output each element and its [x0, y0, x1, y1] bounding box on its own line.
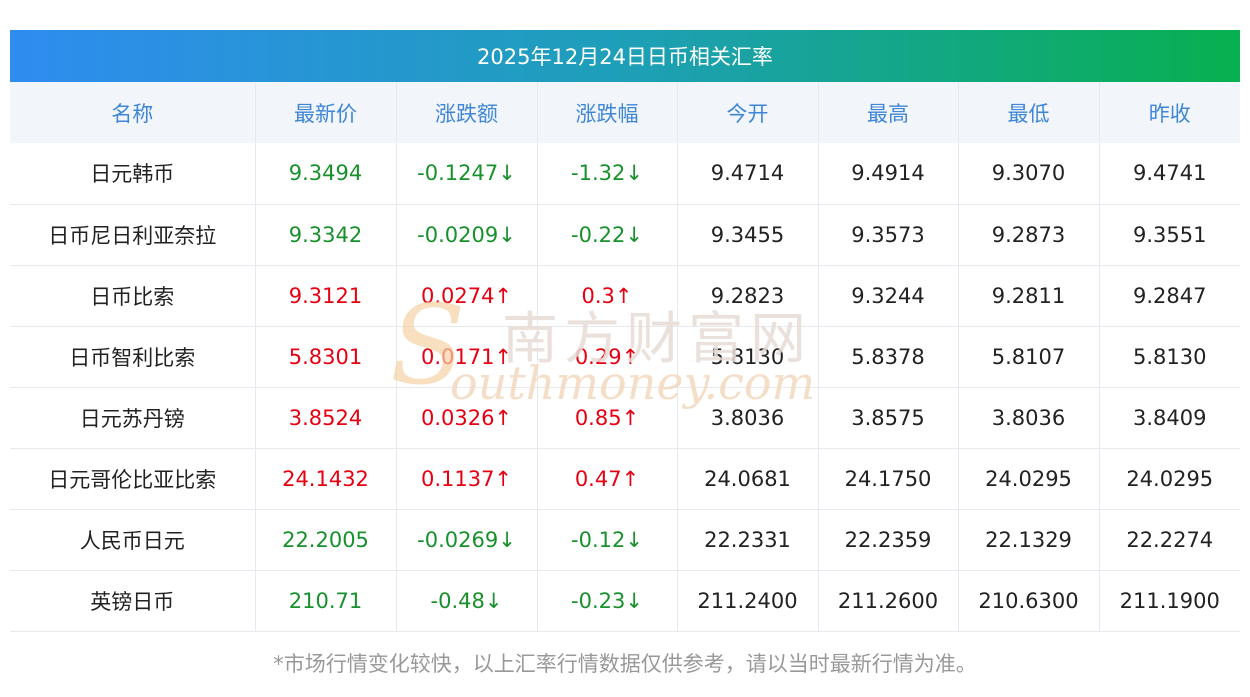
- table-row: 日币智利比索 5.8301 0.0171↑ 0.29↑ 5.8130 5.8378 5.81…: [10, 326, 1240, 387]
- header-pct: 涨跌幅: [537, 82, 678, 143]
- page-title: 2025年12月24日日币相关汇率: [10, 30, 1240, 82]
- cell-pct: 0.47↑: [537, 448, 678, 509]
- cell-name: 英镑日币: [10, 570, 256, 631]
- cell-change: -0.1247↓: [396, 143, 538, 204]
- cell-pct: -0.12↓: [537, 509, 678, 570]
- cell-name: 人民币日元: [10, 509, 256, 570]
- cell-prev: 24.0295: [1126, 466, 1214, 491]
- cell-name: 日元苏丹镑: [10, 387, 256, 448]
- cell-pct: -0.23↓: [537, 570, 678, 631]
- cell-high: 22.2359: [818, 509, 959, 570]
- cell-change: -0.48↓: [396, 570, 538, 631]
- cell-low: 210.6300: [958, 570, 1100, 631]
- cell-prev: 9.2847: [1133, 283, 1207, 308]
- cell-name: 日元哥伦比亚比索: [10, 448, 256, 509]
- table-row: 人民币日元 22.2005 -0.0269↓ -0.12↓ 22.2331 22.2359…: [10, 509, 1240, 570]
- cell-prev: 3.8409: [1133, 405, 1207, 430]
- cell-pct: -1.32↓: [537, 143, 678, 204]
- cell-prev: 9.4741: [1133, 161, 1207, 186]
- cell-open: 3.8036: [677, 387, 819, 448]
- cell-name: 日币智利比索: [10, 326, 256, 387]
- cell-prev: 9.3551: [1133, 222, 1207, 247]
- header-low: 最低: [958, 82, 1100, 143]
- cell-change: 0.0171↑: [396, 326, 538, 387]
- cell-latest: 22.2005: [255, 509, 397, 570]
- cell-open: 24.0681: [677, 448, 819, 509]
- cell-open: 5.8130: [677, 326, 819, 387]
- cell-high: 5.8378: [818, 326, 959, 387]
- table-header-row: 名称 最新价 涨跌额 涨跌幅 今开 最高 最低 昨收: [10, 82, 1240, 143]
- cell-name: 日币比索: [10, 265, 256, 326]
- cell-latest: 24.1432: [255, 448, 397, 509]
- cell-low: 5.8107: [958, 326, 1100, 387]
- cell-low: 9.2873: [958, 204, 1100, 265]
- table-row: 英镑日币 210.71 -0.48↓ -0.23↓ 211.2400 211.2600 21…: [10, 570, 1240, 631]
- cell-open: 9.2823: [677, 265, 819, 326]
- cell-high: 3.8575: [818, 387, 959, 448]
- cell-pct: -0.22↓: [537, 204, 678, 265]
- header-change: 涨跌额: [396, 82, 538, 143]
- footnote: *市场行情变化较快，以上汇率行情数据仅供参考，请以当时最新行情为准。: [273, 652, 977, 676]
- cell-change: -0.0209↓: [396, 204, 538, 265]
- cell-high: 9.4914: [818, 143, 959, 204]
- cell-latest: 5.8301: [255, 326, 397, 387]
- header-prev: 昨收: [1148, 101, 1191, 126]
- cell-prev: 211.1900: [1119, 588, 1220, 613]
- cell-change: -0.0269↓: [396, 509, 538, 570]
- header-latest: 最新价: [255, 82, 397, 143]
- cell-high: 9.3573: [818, 204, 959, 265]
- cell-open: 211.2400: [677, 570, 819, 631]
- exchange-rate-table: 名称 最新价 涨跌额 涨跌幅 今开 最高 最低 昨收 日元韩币 9.3494 -0.…: [10, 82, 1240, 632]
- cell-low: 3.8036: [958, 387, 1100, 448]
- cell-latest: 210.71: [255, 570, 397, 631]
- cell-change: 0.1137↑: [396, 448, 538, 509]
- cell-high: 211.2600: [818, 570, 959, 631]
- cell-name: 日币尼日利亚奈拉: [10, 204, 256, 265]
- cell-prev: 5.8130: [1133, 344, 1207, 369]
- cell-open: 9.4714: [677, 143, 819, 204]
- cell-change: 0.0274↑: [396, 265, 538, 326]
- table-row: 日元韩币 9.3494 -0.1247↓ -1.32↓ 9.4714 9.4914 9.30…: [10, 143, 1240, 204]
- cell-latest: 9.3494: [255, 143, 397, 204]
- header-high: 最高: [818, 82, 959, 143]
- cell-latest: 9.3342: [255, 204, 397, 265]
- table-row: 日币比索 9.3121 0.0274↑ 0.3↑ 9.2823 9.3244 9.2811 9…: [10, 265, 1240, 326]
- cell-pct: 0.3↑: [537, 265, 678, 326]
- header-name: 名称: [10, 82, 256, 143]
- cell-low: 22.1329: [958, 509, 1100, 570]
- cell-low: 24.0295: [958, 448, 1100, 509]
- header-open: 今开: [677, 82, 819, 143]
- cell-low: 9.3070: [958, 143, 1100, 204]
- cell-pct: 0.85↑: [537, 387, 678, 448]
- cell-high: 24.1750: [818, 448, 959, 509]
- cell-low: 9.2811: [958, 265, 1100, 326]
- cell-open: 22.2331: [677, 509, 819, 570]
- cell-latest: 3.8524: [255, 387, 397, 448]
- cell-pct: 0.29↑: [537, 326, 678, 387]
- cell-latest: 9.3121: [255, 265, 397, 326]
- cell-open: 9.3455: [677, 204, 819, 265]
- table-row: 日元苏丹镑 3.8524 0.0326↑ 0.85↑ 3.8036 3.8575 3.803…: [10, 387, 1240, 448]
- table-row: 日元哥伦比亚比索 24.1432 0.1137↑ 0.47↑ 24.0681 24.175…: [10, 448, 1240, 509]
- cell-prev: 22.2274: [1126, 527, 1214, 552]
- cell-change: 0.0326↑: [396, 387, 538, 448]
- table-row: 日币尼日利亚奈拉 9.3342 -0.0209↓ -0.22↓ 9.3455 9.3573…: [10, 204, 1240, 265]
- cell-high: 9.3244: [818, 265, 959, 326]
- cell-name: 日元韩币: [10, 143, 256, 204]
